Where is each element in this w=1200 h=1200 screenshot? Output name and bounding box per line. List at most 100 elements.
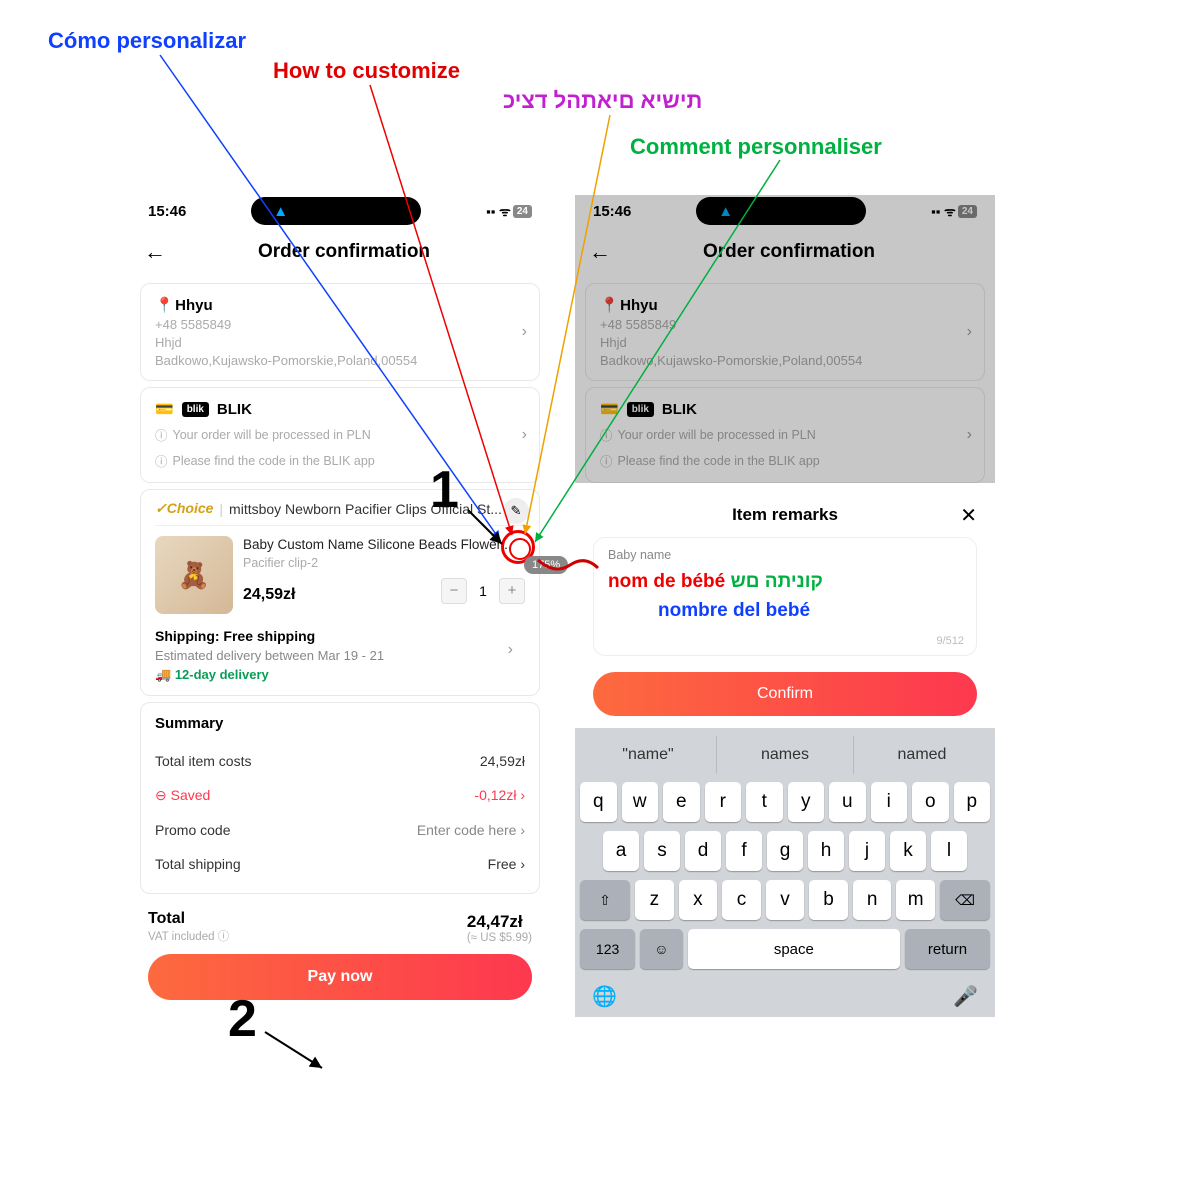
payment-card[interactable]: › 💳blikBLIK ⓘYour order will be processe… xyxy=(585,387,985,483)
chevron-right-icon[interactable]: › xyxy=(508,641,513,659)
shipping-label: Shipping: Free shipping xyxy=(155,628,525,644)
key-k[interactable]: k xyxy=(890,831,926,871)
quantity-stepper[interactable]: − 1 + xyxy=(441,578,525,604)
payment-card[interactable]: › 💳 blik BLIK ⓘYour order will be proces… xyxy=(140,387,540,483)
return-key[interactable]: return xyxy=(905,929,990,969)
page-header: ← Order confirmation xyxy=(130,227,550,277)
key-i[interactable]: i xyxy=(871,782,908,822)
key-w[interactable]: w xyxy=(622,782,659,822)
chevron-right-icon: › xyxy=(967,323,972,341)
edit-icon[interactable]: ✎ xyxy=(503,498,529,524)
back-icon[interactable]: ← xyxy=(144,239,166,265)
emoji-key[interactable]: ☺ xyxy=(640,929,682,969)
key-p[interactable]: p xyxy=(954,782,991,822)
close-icon[interactable]: ✕ xyxy=(960,503,977,528)
status-time: 15:46 xyxy=(148,203,186,220)
product-image[interactable]: 🧸 xyxy=(155,536,233,614)
back-icon[interactable]: ← xyxy=(589,239,611,265)
annotation-en: How to customize xyxy=(273,58,460,84)
remarks-hints: nom de bébé קוניתה םש nombre del bebé xyxy=(608,568,962,625)
chevron-right-icon: › xyxy=(522,323,527,341)
numbers-key[interactable]: 123 xyxy=(580,929,635,969)
status-bar: 15:46 ▲ ▪▪ ᯤ 24 xyxy=(575,195,995,227)
key-q[interactable]: q xyxy=(580,782,617,822)
sum-saved-label: ⊖ Saved xyxy=(155,787,210,804)
annotation-es: Cómo personalizar xyxy=(48,28,246,54)
remarks-input[interactable]: Baby name nom de bébé קוניתה םש nombre d… xyxy=(593,537,977,656)
key-v[interactable]: v xyxy=(766,880,805,920)
phone-right: 15:46 ▲ ▪▪ ᯤ 24 ← Order confirmation › 📍… xyxy=(575,195,995,1017)
status-icons: ▪▪ ᯤ 24 xyxy=(931,202,977,220)
key-s[interactable]: s xyxy=(644,831,680,871)
page-title: Order confirmation xyxy=(625,241,953,263)
zoom-badge: 175% xyxy=(524,556,568,574)
status-icons: ▪▪ ᯤ 24 xyxy=(486,202,532,220)
backspace-key[interactable]: ⌫ xyxy=(940,880,990,920)
summary-title: Summary xyxy=(155,715,525,732)
key-n[interactable]: n xyxy=(853,880,892,920)
phone-left: 15:46 ▲ ▪▪ ᯤ 24 ← Order confirmation › 📍… xyxy=(130,195,550,1014)
sum-items-value: 24,59zł xyxy=(480,753,525,769)
address-card[interactable]: › 📍 Hhyu +48 5585849 Hhjd Badkowo,Kujaws… xyxy=(140,283,540,381)
suggestion[interactable]: named xyxy=(854,736,990,774)
shipping-eta: Estimated delivery between Mar 19 - 21 xyxy=(155,648,525,663)
info-icon: ⓘ xyxy=(155,451,168,470)
key-t[interactable]: t xyxy=(746,782,783,822)
sum-ship-value[interactable]: Free › xyxy=(488,856,525,872)
sum-items-label: Total item costs xyxy=(155,753,251,769)
status-time: 15:46 xyxy=(593,203,631,220)
suggestion[interactable]: names xyxy=(717,736,854,774)
sum-saved-value[interactable]: -0,12zł › xyxy=(474,787,525,804)
info-icon: ⓘ xyxy=(155,425,168,444)
annotation-he: תישיא םיאתהל דציכ xyxy=(503,88,702,114)
payment-note2: Please find the code in the BLIK app xyxy=(173,454,375,468)
key-d[interactable]: d xyxy=(685,831,721,871)
suggestion[interactable]: "name" xyxy=(580,736,717,774)
key-g[interactable]: g xyxy=(767,831,803,871)
pay-now-button[interactable]: Pay now xyxy=(148,954,532,1000)
store-name: mittsboy Newborn Pacifier Clips Official… xyxy=(229,501,502,517)
qty-minus[interactable]: − xyxy=(441,578,467,604)
product-price: 24,59zł xyxy=(243,586,295,604)
annotation-fr: Comment personnaliser xyxy=(630,134,882,160)
key-m[interactable]: m xyxy=(896,880,935,920)
address-card[interactable]: › 📍 Hhyu +48 5585849 Hhjd Badkowo,Kujaws… xyxy=(585,283,985,381)
globe-icon[interactable]: 🌐 xyxy=(592,984,617,1009)
key-c[interactable]: c xyxy=(722,880,761,920)
key-a[interactable]: a xyxy=(603,831,639,871)
key-u[interactable]: u xyxy=(829,782,866,822)
key-h[interactable]: h xyxy=(808,831,844,871)
qty-value: 1 xyxy=(467,583,499,599)
choice-badge: ✓Choice xyxy=(155,500,213,517)
key-l[interactable]: l xyxy=(931,831,967,871)
qty-plus[interactable]: + xyxy=(499,578,525,604)
address-phone: +48 5585849 xyxy=(155,317,525,332)
sum-promo-value[interactable]: Enter code here › xyxy=(417,822,525,838)
shipping-badge: 🚚 12-day delivery xyxy=(155,667,525,683)
pin-icon: 📍 xyxy=(155,296,171,314)
address-name: Hhyu xyxy=(175,297,213,314)
summary-card: Summary Total item costs 24,59zł ⊖ Saved -… xyxy=(140,702,540,894)
total-label: Total xyxy=(148,910,229,928)
confirm-button[interactable]: Confirm xyxy=(593,672,977,716)
key-f[interactable]: f xyxy=(726,831,762,871)
keyboard: "name" names named qwertyuiop asdfghjkl … xyxy=(575,728,995,1017)
mic-icon[interactable]: 🎤 xyxy=(953,984,978,1009)
blik-badge: blik xyxy=(182,402,209,417)
page-title: Order confirmation xyxy=(180,241,508,263)
total-bar: Total VAT included ⓘ 24,47zł (≈ US $5.99… xyxy=(130,900,550,1014)
product-variant: Pacifier clip-2 xyxy=(243,556,525,570)
suggestion-row: "name" names named xyxy=(580,736,990,774)
item-remarks-modal: Item remarks ✕ Baby name nom de bébé קונ… xyxy=(575,489,995,1017)
sum-promo-label: Promo code xyxy=(155,822,230,838)
key-z[interactable]: z xyxy=(635,880,674,920)
key-o[interactable]: o xyxy=(912,782,949,822)
shift-key[interactable]: ⇧ xyxy=(580,880,630,920)
key-x[interactable]: x xyxy=(679,880,718,920)
key-j[interactable]: j xyxy=(849,831,885,871)
space-key[interactable]: space xyxy=(688,929,900,969)
key-r[interactable]: r xyxy=(705,782,742,822)
key-e[interactable]: e xyxy=(663,782,700,822)
key-b[interactable]: b xyxy=(809,880,848,920)
key-y[interactable]: y xyxy=(788,782,825,822)
